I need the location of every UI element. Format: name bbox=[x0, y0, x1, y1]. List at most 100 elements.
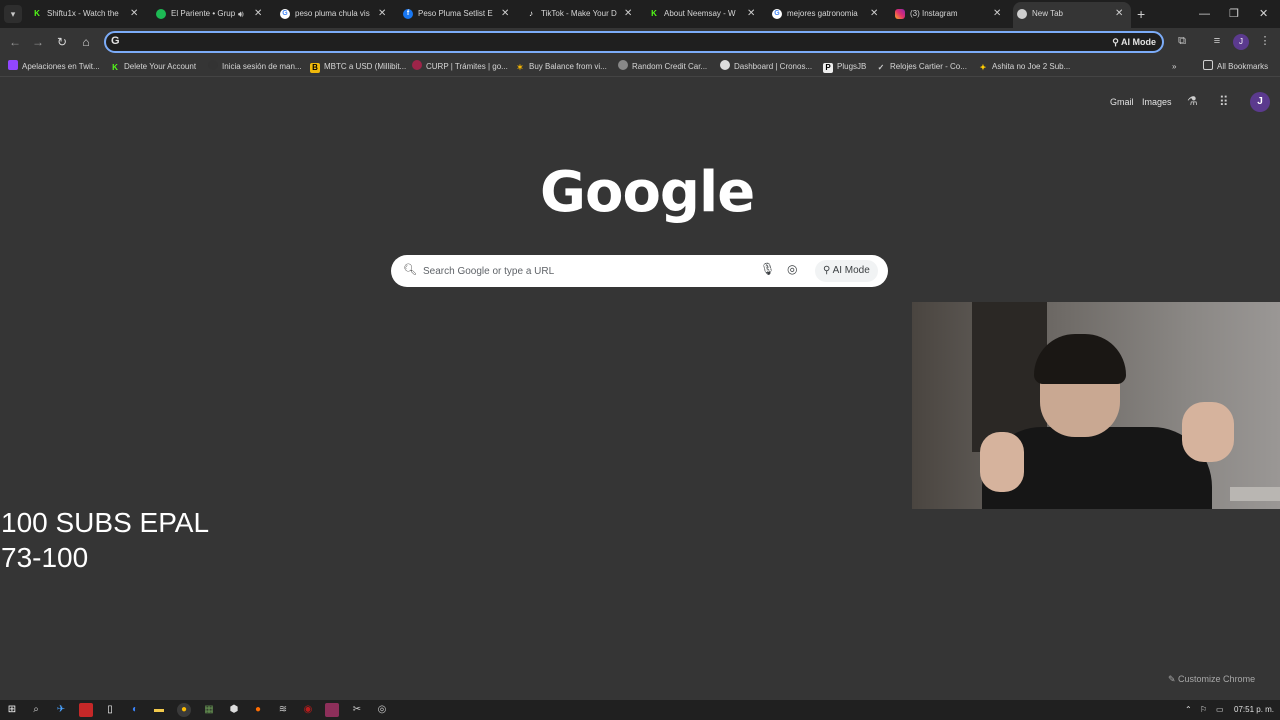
tab-spotify[interactable]: El Pariente • Grup 🔊︎ ✕ bbox=[154, 3, 269, 25]
home-icon[interactable]: ⌂ bbox=[77, 33, 95, 51]
extensions-icon[interactable]: ⧉ bbox=[1174, 33, 1190, 49]
kick-icon: K bbox=[651, 9, 657, 18]
app-icon[interactable]: ● bbox=[251, 703, 265, 717]
close-icon[interactable]: ✕ bbox=[993, 3, 1001, 25]
tab-strip: ▾ K Shiftu1x - Watch the ✕ El Pariente •… bbox=[0, 0, 1280, 28]
minimize-button[interactable]: — bbox=[1199, 5, 1210, 23]
bookmark-item[interactable]: ✓ Relojes Cartier - Co... bbox=[876, 60, 967, 74]
facebook-icon: f bbox=[403, 9, 413, 19]
search-icon: 🔍︎ bbox=[403, 264, 417, 276]
close-icon[interactable]: ✕ bbox=[747, 3, 755, 25]
tab-new-tab[interactable]: New Tab ✕ bbox=[1013, 2, 1131, 28]
webcam-overlay bbox=[912, 302, 1280, 509]
new-tab-button[interactable]: + bbox=[1137, 5, 1145, 23]
app-icon[interactable]: ◉ bbox=[301, 703, 315, 717]
microphone-icon[interactable]: 🎙︎ bbox=[760, 262, 775, 276]
anime-icon: ✦ bbox=[979, 63, 987, 72]
ai-mode-button[interactable]: ⚲ AI Mode bbox=[1112, 34, 1156, 50]
close-icon[interactable]: ✕ bbox=[1115, 2, 1123, 26]
folder-icon[interactable]: ▬ bbox=[152, 703, 166, 717]
app-icon[interactable]: ≋ bbox=[276, 703, 290, 717]
images-link[interactable]: Images bbox=[1142, 96, 1172, 108]
search-icon[interactable]: ⌕ bbox=[29, 703, 43, 717]
google-icon: G bbox=[772, 9, 782, 19]
bookmarks-bar: Apelaciones en Twit... K Delete Your Acco… bbox=[0, 57, 1280, 77]
address-input[interactable] bbox=[128, 34, 1088, 50]
bookmark-item[interactable]: Random Credit Car... bbox=[618, 60, 707, 74]
tab-kick-shiftu[interactable]: K Shiftu1x - Watch the ✕ bbox=[30, 3, 145, 25]
bookmark-item[interactable]: CURP | Trámites | go... bbox=[412, 60, 508, 74]
search-input[interactable] bbox=[423, 263, 743, 279]
back-button[interactable]: ← bbox=[6, 33, 24, 51]
tray-icon[interactable]: ⚐ bbox=[1200, 703, 1207, 717]
apps-grid-icon[interactable]: ⠿ bbox=[1219, 94, 1229, 110]
tab-facebook[interactable]: f Peso Pluma Setlist E ✕ bbox=[401, 3, 516, 25]
bookmark-item[interactable]: Apelaciones en Twit... bbox=[8, 60, 100, 74]
google-lens-icon[interactable]: ◎ bbox=[787, 262, 797, 276]
address-bar[interactable]: G ⚲ AI Mode bbox=[104, 31, 1164, 53]
chrome-icon[interactable]: ● bbox=[177, 703, 191, 717]
close-icon[interactable]: ✕ bbox=[501, 3, 509, 25]
bookmark-item[interactable]: Dashboard | Cronos... bbox=[720, 60, 812, 74]
tab-search-button[interactable]: ▾ bbox=[4, 5, 22, 23]
close-icon[interactable]: ✕ bbox=[624, 3, 632, 25]
edge-icon[interactable]: ◐ bbox=[128, 703, 142, 717]
restore-button[interactable]: ❐ bbox=[1229, 5, 1239, 23]
tray-chevron-icon[interactable]: ⌃ bbox=[1185, 703, 1192, 717]
labs-flask-icon[interactable]: ⚗ bbox=[1187, 94, 1198, 108]
app-icon[interactable] bbox=[79, 703, 93, 717]
close-icon[interactable]: ✕ bbox=[130, 3, 138, 25]
network-icon[interactable]: ▭ bbox=[1216, 703, 1224, 717]
app-icon[interactable]: ▦ bbox=[202, 703, 216, 717]
speaker-icon[interactable]: 🔊︎ bbox=[238, 3, 244, 25]
app-icon[interactable]: ✈ bbox=[54, 703, 68, 717]
profile-avatar-small[interactable]: J bbox=[1233, 34, 1249, 50]
tab-google-search-1[interactable]: G peso pluma chula vis ✕ bbox=[278, 3, 393, 25]
tab-title: New Tab bbox=[1032, 9, 1063, 18]
bookmark-item[interactable]: K Delete Your Account bbox=[110, 60, 196, 74]
menu-icon[interactable]: ⋮ bbox=[1257, 33, 1273, 49]
bookmark-item[interactable]: ✶ Buy Balance from vi... bbox=[515, 60, 607, 74]
bookmark-label: CURP | Trámites | go... bbox=[426, 62, 508, 71]
cronos-icon bbox=[720, 60, 730, 70]
tiktok-icon: ♪ bbox=[529, 9, 533, 18]
all-bookmarks-button[interactable]: All Bookmarks bbox=[1203, 60, 1268, 74]
tab-tiktok[interactable]: ♪ TikTok - Make Your D ✕ bbox=[524, 3, 639, 25]
search-box[interactable]: 🔍︎ 🎙︎ ◎ ⚲ AI Mode bbox=[391, 255, 888, 287]
tab-kick-neemsay[interactable]: K About Neemsay - W ✕ bbox=[647, 3, 762, 25]
tab-title: TikTok - Make Your D bbox=[541, 9, 617, 18]
close-window-button[interactable]: ✕ bbox=[1259, 5, 1268, 23]
media-controls-icon[interactable]: ≡ bbox=[1209, 33, 1225, 49]
windows-start-icon[interactable]: ⊞ bbox=[5, 703, 19, 717]
bookmark-item[interactable]: Inicia sesión de man... bbox=[208, 60, 302, 74]
customize-chrome-button[interactable]: ✎ Customize Chrome bbox=[1160, 670, 1263, 688]
plugs-icon: P bbox=[823, 63, 833, 73]
clock-time[interactable]: 07:51 p. m. bbox=[1234, 703, 1274, 717]
app-icon[interactable]: ⬢ bbox=[227, 703, 241, 717]
folder-icon bbox=[1203, 60, 1213, 70]
close-icon[interactable]: ✕ bbox=[870, 3, 878, 25]
obs-icon[interactable]: ◎ bbox=[375, 703, 389, 717]
tab-instagram[interactable]: (3) Instagram ✕ bbox=[893, 3, 1008, 25]
app-icon[interactable] bbox=[325, 703, 339, 717]
close-icon[interactable]: ✕ bbox=[378, 3, 386, 25]
gmail-link[interactable]: Gmail bbox=[1110, 96, 1134, 108]
webcam-hand-left bbox=[980, 432, 1024, 492]
ai-mode-label: AI Mode bbox=[1121, 37, 1156, 47]
reload-button[interactable]: ↻ bbox=[53, 33, 71, 51]
more-bookmarks-icon[interactable]: » bbox=[1172, 60, 1176, 74]
app-icon[interactable]: ✂ bbox=[350, 703, 364, 717]
bookmark-label: Apelaciones en Twit... bbox=[22, 62, 100, 71]
close-icon[interactable]: ✕ bbox=[254, 3, 262, 25]
tab-title: peso pluma chula vis bbox=[295, 9, 370, 18]
ai-mode-button[interactable]: ⚲ AI Mode bbox=[815, 260, 878, 282]
google-icon: G bbox=[111, 35, 120, 47]
bookmark-item[interactable]: B MBTC a USD (Millibit... bbox=[310, 60, 406, 74]
bookmark-item[interactable]: ✦ Ashita no Joe 2 Sub... bbox=[978, 60, 1071, 74]
file-icon[interactable]: ▯ bbox=[103, 703, 117, 717]
bookmark-item[interactable]: P PlugsJB bbox=[823, 60, 866, 74]
tab-google-search-2[interactable]: G mejores gatronomia ✕ bbox=[770, 3, 885, 25]
forward-button[interactable]: → bbox=[29, 33, 47, 51]
customize-label: Customize Chrome bbox=[1178, 674, 1256, 684]
profile-avatar[interactable]: J bbox=[1250, 92, 1270, 112]
